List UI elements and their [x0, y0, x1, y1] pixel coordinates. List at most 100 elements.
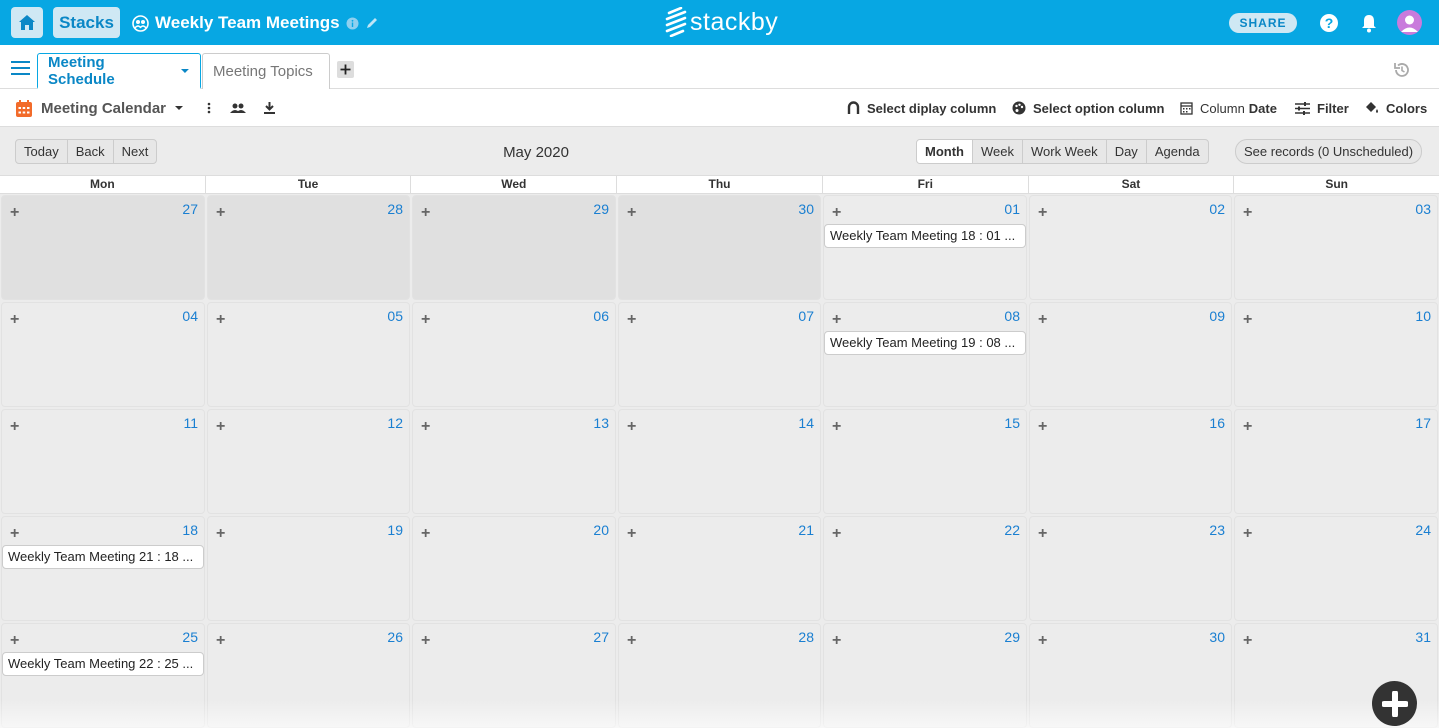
- download-button[interactable]: [261, 99, 277, 117]
- day-cell[interactable]: +12: [207, 409, 410, 514]
- help-button[interactable]: ?: [1318, 12, 1340, 34]
- day-cell[interactable]: +22: [823, 516, 1027, 621]
- day-number[interactable]: 27: [593, 629, 609, 645]
- colors-button[interactable]: Colors: [1364, 99, 1427, 117]
- user-avatar[interactable]: [1397, 10, 1422, 35]
- day-number[interactable]: 13: [593, 415, 609, 431]
- add-event-icon[interactable]: +: [1243, 526, 1252, 542]
- week-view-button[interactable]: Week: [973, 140, 1023, 163]
- back-button[interactable]: Back: [68, 140, 114, 163]
- day-cell[interactable]: +13: [412, 409, 616, 514]
- day-number[interactable]: 25: [182, 629, 198, 645]
- next-button[interactable]: Next: [114, 140, 157, 163]
- day-cell[interactable]: +30: [618, 195, 821, 300]
- day-number[interactable]: 30: [1209, 629, 1225, 645]
- day-cell[interactable]: +19: [207, 516, 410, 621]
- add-event-icon[interactable]: +: [627, 633, 636, 649]
- add-event-icon[interactable]: +: [10, 526, 19, 542]
- day-number[interactable]: 29: [593, 201, 609, 217]
- day-cell[interactable]: +14: [618, 409, 821, 514]
- event-card[interactable]: Weekly Team Meeting 18 : 01 ...: [824, 224, 1026, 248]
- add-event-icon[interactable]: +: [1038, 205, 1047, 221]
- day-number[interactable]: 15: [1004, 415, 1020, 431]
- add-event-icon[interactable]: +: [1038, 526, 1047, 542]
- add-event-icon[interactable]: +: [832, 526, 841, 542]
- add-event-icon[interactable]: +: [1243, 633, 1252, 649]
- day-number[interactable]: 22: [1004, 522, 1020, 538]
- day-number[interactable]: 08: [1004, 308, 1020, 324]
- event-card[interactable]: Weekly Team Meeting 19 : 08 ...: [824, 331, 1026, 355]
- event-card[interactable]: Weekly Team Meeting 21 : 18 ...: [2, 545, 204, 569]
- pencil-icon[interactable]: [365, 16, 379, 30]
- day-cell[interactable]: +05: [207, 302, 410, 407]
- home-button[interactable]: [11, 7, 43, 38]
- day-number[interactable]: 03: [1415, 201, 1431, 217]
- day-cell[interactable]: +24: [1234, 516, 1438, 621]
- day-cell[interactable]: +21: [618, 516, 821, 621]
- day-cell[interactable]: +06: [412, 302, 616, 407]
- select-display-column-button[interactable]: Select diplay column: [847, 99, 996, 117]
- tab-meeting-schedule[interactable]: Meeting Schedule: [37, 53, 201, 89]
- day-number[interactable]: 07: [798, 308, 814, 324]
- day-cell[interactable]: +07: [618, 302, 821, 407]
- add-event-icon[interactable]: +: [627, 526, 636, 542]
- day-cell[interactable]: +20: [412, 516, 616, 621]
- day-number[interactable]: 29: [1004, 629, 1020, 645]
- day-cell[interactable]: +17: [1234, 409, 1438, 514]
- add-event-icon[interactable]: +: [216, 312, 225, 328]
- add-event-icon[interactable]: +: [10, 419, 19, 435]
- filter-button[interactable]: Filter: [1295, 99, 1349, 117]
- day-cell[interactable]: +28: [618, 623, 821, 728]
- add-event-icon[interactable]: +: [627, 419, 636, 435]
- add-event-icon[interactable]: +: [10, 633, 19, 649]
- notifications-button[interactable]: [1358, 12, 1380, 34]
- day-cell[interactable]: +18 Weekly Team Meeting 21 : 18 ...: [1, 516, 205, 621]
- day-number[interactable]: 01: [1004, 201, 1020, 217]
- day-number[interactable]: 19: [387, 522, 403, 538]
- add-event-icon[interactable]: +: [627, 312, 636, 328]
- day-number[interactable]: 16: [1209, 415, 1225, 431]
- day-number[interactable]: 04: [182, 308, 198, 324]
- day-cell[interactable]: +28: [207, 195, 410, 300]
- day-view-button[interactable]: Day: [1107, 140, 1147, 163]
- add-event-icon[interactable]: +: [216, 633, 225, 649]
- menu-icon[interactable]: [11, 61, 30, 75]
- stack-title[interactable]: Weekly Team Meetings: [155, 13, 340, 33]
- add-event-icon[interactable]: +: [421, 312, 430, 328]
- day-number[interactable]: 09: [1209, 308, 1225, 324]
- tab-meeting-topics[interactable]: Meeting Topics: [202, 53, 330, 89]
- add-event-icon[interactable]: +: [421, 633, 430, 649]
- day-number[interactable]: 11: [183, 415, 198, 431]
- day-number[interactable]: 10: [1415, 308, 1431, 324]
- history-icon[interactable]: [1392, 60, 1412, 80]
- day-cell[interactable]: +09: [1029, 302, 1232, 407]
- work-week-view-button[interactable]: Work Week: [1023, 140, 1107, 163]
- view-selector[interactable]: Meeting Calendar: [15, 97, 184, 119]
- see-records-button[interactable]: See records (0 Unscheduled): [1235, 139, 1423, 164]
- add-event-icon[interactable]: +: [832, 205, 841, 221]
- add-event-icon[interactable]: +: [216, 205, 225, 221]
- add-event-icon[interactable]: +: [1038, 633, 1047, 649]
- day-cell[interactable]: +30: [1029, 623, 1232, 728]
- day-number[interactable]: 31: [1415, 629, 1431, 645]
- add-event-icon[interactable]: +: [421, 205, 430, 221]
- day-number[interactable]: 26: [387, 629, 403, 645]
- add-record-button[interactable]: [1372, 681, 1417, 726]
- add-event-icon[interactable]: +: [832, 312, 841, 328]
- month-view-button[interactable]: Month: [917, 140, 973, 163]
- day-number[interactable]: 21: [798, 522, 814, 538]
- day-cell[interactable]: +15: [823, 409, 1027, 514]
- day-cell[interactable]: +02: [1029, 195, 1232, 300]
- day-cell[interactable]: +10: [1234, 302, 1438, 407]
- day-cell[interactable]: +27: [412, 623, 616, 728]
- stacks-button[interactable]: Stacks: [53, 7, 120, 38]
- day-number[interactable]: 12: [387, 415, 403, 431]
- day-number[interactable]: 24: [1415, 522, 1431, 538]
- add-event-icon[interactable]: +: [216, 526, 225, 542]
- add-event-icon[interactable]: +: [1038, 312, 1047, 328]
- day-cell[interactable]: +16: [1029, 409, 1232, 514]
- day-cell[interactable]: +11: [1, 409, 205, 514]
- day-number[interactable]: 27: [182, 201, 198, 217]
- add-event-icon[interactable]: +: [421, 526, 430, 542]
- day-cell[interactable]: +27: [1, 195, 205, 300]
